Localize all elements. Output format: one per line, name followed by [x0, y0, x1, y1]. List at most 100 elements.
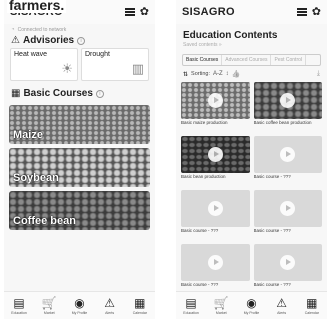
courses-title: Basic Courses [23, 88, 93, 99]
app-title: SISAGRO [182, 6, 235, 18]
tab-advanced-courses[interactable]: Advanced Courses [222, 55, 272, 65]
tab-pest-control[interactable]: Pest Control [271, 55, 306, 65]
bottom-nav: ▤ Education 🛒 Market ◉ My Profile ⚠ Aler… [4, 291, 155, 319]
play-icon [207, 93, 223, 108]
info-icon[interactable]: i [77, 36, 86, 45]
thumbs-up-icon[interactable]: 👍 [232, 70, 241, 78]
video-caption: Basic maize production [181, 120, 228, 125]
video-thumbnail [253, 190, 322, 227]
nav-item-alerts[interactable]: ⚠ Alerts [270, 295, 294, 315]
alert-icon: ⚠ [276, 295, 288, 310]
play-icon [207, 201, 223, 216]
courses-icon: ▦ [11, 87, 21, 99]
menu-icon[interactable] [124, 8, 135, 16]
video-grid: Basic maize production Basic coffee bean… [176, 78, 327, 293]
video-thumbnail [181, 82, 250, 119]
advisory-label: Heat wave [14, 51, 48, 58]
nav-item-alerts[interactable]: ⚠ Alerts [98, 295, 122, 315]
play-icon [280, 93, 296, 108]
calendar-icon: ▦ [306, 295, 318, 310]
nav-item-profile[interactable]: ◉ My Profile [239, 295, 263, 315]
header-icons: ✿ [296, 6, 321, 18]
drought-icon: ▥ [131, 61, 144, 76]
advisory-label: Drought [85, 51, 110, 58]
advisories-title: Advisories [22, 35, 75, 46]
video-tile[interactable]: Basic coffee bean production [253, 82, 322, 131]
nav-item-education[interactable]: ▤ Education [179, 295, 203, 315]
profile-icon: ◉ [246, 295, 257, 310]
video-tile[interactable]: Basic maize production [181, 82, 250, 131]
course-card-coffee-bean[interactable]: Coffee bean [9, 191, 150, 230]
video-caption: Basic bean production [181, 174, 226, 179]
info-icon[interactable]: i [95, 89, 104, 98]
nav-label: Education [183, 310, 199, 315]
sort-label: Sorting: [191, 71, 210, 77]
advisories-list: Heat wave ☀ Drought ▥ [4, 48, 155, 81]
course-label: Maize [13, 129, 43, 141]
course-card-maize[interactable]: Maize [9, 105, 150, 144]
sort-controls: ⇅ Sorting: A-Z ↕ 👍 [183, 70, 240, 78]
education-screen: SISAGRO ✿ Education Contents Saved conte… [176, 0, 327, 319]
video-thumbnail [181, 244, 250, 281]
nav-item-market[interactable]: 🛒 Market [37, 296, 61, 315]
video-tile[interactable]: Basic course - ??? [253, 136, 322, 185]
download-icon[interactable]: ⤓ [317, 70, 320, 78]
tab-basic-courses[interactable]: Basic Courses [183, 55, 223, 65]
app-header: SISAGRO ✿ [176, 0, 327, 24]
nav-item-calendar[interactable]: ▦ Calendar [128, 296, 152, 315]
menu-icon[interactable] [296, 8, 307, 16]
nav-label: My Profile [71, 310, 88, 315]
page-title: Education Contents [183, 30, 278, 41]
nav-label: Alerts [105, 310, 115, 315]
cart-icon: 🛒 [213, 295, 229, 310]
nav-label: Alerts [277, 310, 287, 315]
course-card-soybean[interactable]: Soybean [9, 148, 150, 187]
courses-header: ▦ Basic Courses i [4, 87, 155, 101]
home-screen: SISAGRO ✿ ◔ Connected to network ⚠ Advis… [4, 0, 155, 319]
sort-row: ⇅ Sorting: A-Z ↕ 👍 ⤓ [176, 66, 327, 78]
thermometer-sun-icon: ☀ [61, 61, 73, 76]
advisory-card-drought[interactable]: Drought ▥ [81, 48, 149, 81]
video-tile[interactable]: Basic course - ??? [253, 244, 322, 293]
sort-arrows-icon: ⇅ [183, 71, 189, 78]
sort-direction-icon[interactable]: ↕ [226, 71, 229, 77]
bottom-nav: ▤ Education 🛒 Market ◉ My Profile ⚠ Aler… [176, 291, 327, 319]
education-icon: ▤ [13, 295, 25, 310]
nav-label: Calendar [132, 310, 147, 315]
saved-contents-link[interactable]: Saved contents » [176, 41, 327, 48]
nav-label: Market [215, 310, 227, 315]
play-icon [207, 147, 223, 162]
warning-icon: ⚠ [11, 34, 20, 46]
video-tile[interactable]: Basic course - ??? [253, 190, 322, 239]
nav-label: Education [11, 310, 27, 315]
advisory-card-heat-wave[interactable]: Heat wave ☀ [10, 48, 78, 81]
connection-status: ◔ Connected to network [4, 24, 155, 34]
nav-item-market[interactable]: 🛒 Market [209, 295, 233, 315]
gear-icon[interactable]: ✿ [312, 6, 321, 18]
sort-alpha-button[interactable]: A-Z [213, 71, 223, 77]
video-tile[interactable]: Basic course - ??? [181, 244, 250, 293]
nav-item-calendar[interactable]: ▦ Calendar [300, 295, 324, 315]
course-label: Coffee bean [13, 215, 76, 227]
nav-label: Market [43, 310, 55, 315]
gear-icon[interactable]: ✿ [140, 6, 149, 18]
play-icon [280, 201, 296, 216]
video-tile[interactable]: Basic bean production [181, 136, 250, 185]
nav-item-education[interactable]: ▤ Education [7, 295, 31, 315]
profile-icon: ◉ [74, 295, 85, 310]
advisories-header: ⚠ Advisories i [4, 34, 155, 48]
connection-text: Connected to network [17, 27, 67, 33]
nav-item-profile[interactable]: ◉ My Profile [67, 295, 91, 315]
course-tabs: Basic Courses Advanced Courses Pest Cont… [182, 54, 321, 66]
video-thumbnail [253, 136, 322, 173]
video-tile[interactable]: Basic course - ??? [181, 190, 250, 239]
course-label: Soybean [13, 172, 59, 184]
wifi-icon: ◔ [11, 27, 15, 33]
alert-icon: ⚠ [104, 295, 116, 310]
nav-label: My Profile [243, 310, 260, 315]
video-thumbnail [253, 244, 322, 281]
header-icons: ✿ [124, 6, 149, 18]
overlay-caption: farmers. [7, 0, 67, 13]
video-thumbnail [181, 190, 250, 227]
education-icon: ▤ [185, 295, 197, 310]
